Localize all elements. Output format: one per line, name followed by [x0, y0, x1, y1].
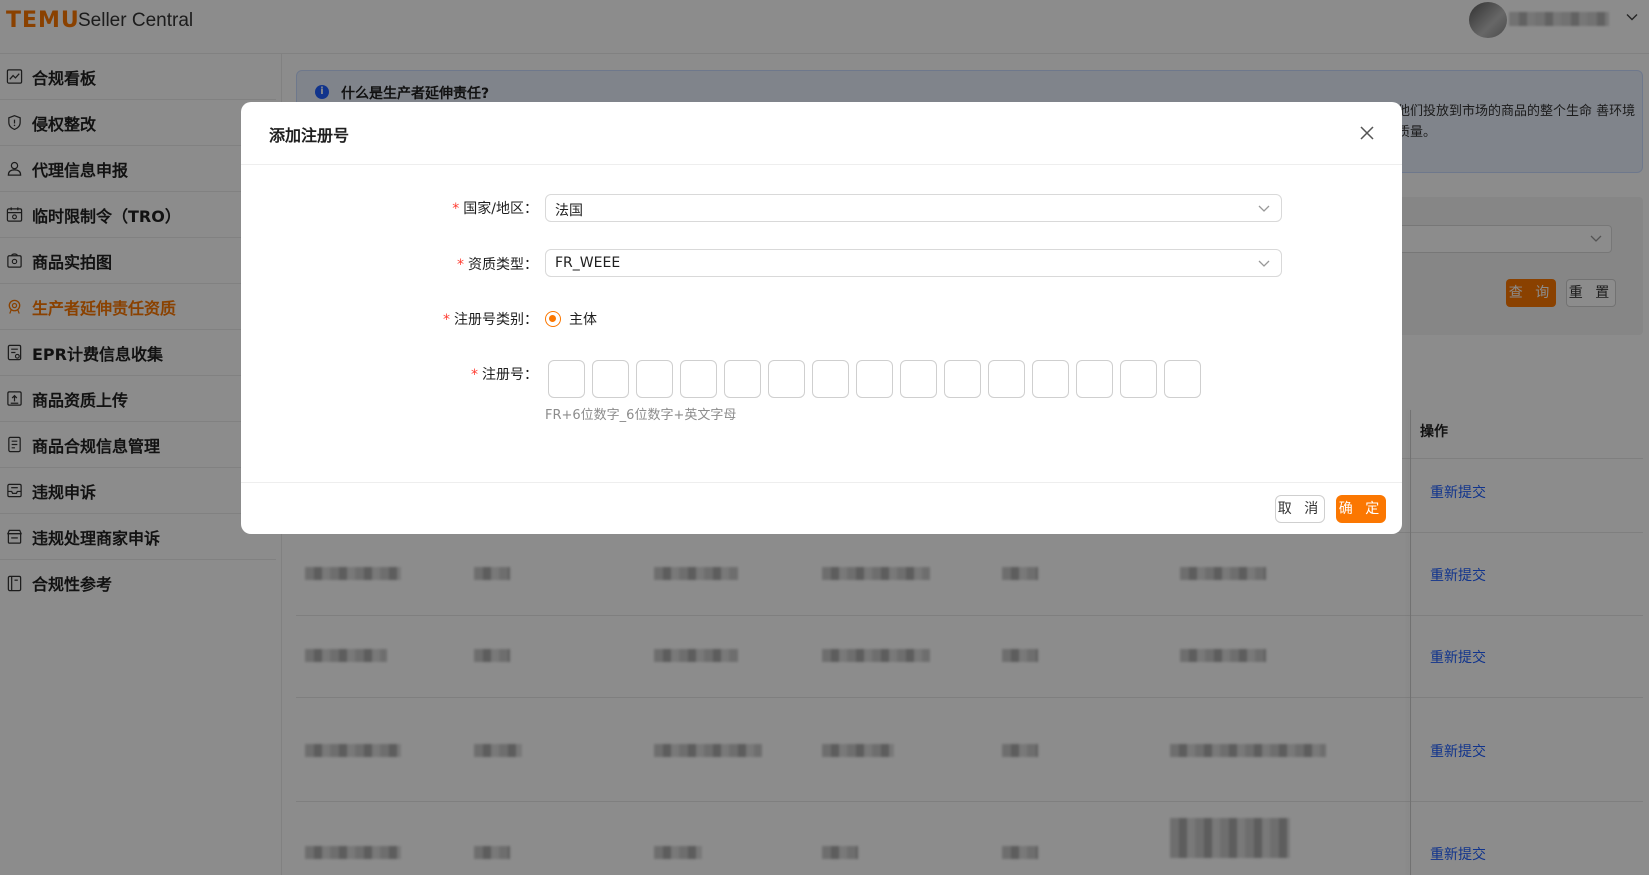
reg-number-label: * 注册号：: [471, 367, 538, 383]
required-mark: *: [457, 257, 464, 273]
reg-category-label-row: * 注册号类别：: [241, 309, 538, 329]
cancel-button[interactable]: 取 消: [1275, 495, 1325, 523]
qualification-label-text: 资质类型: [468, 257, 524, 273]
qualification-select-value: FR_WEEE: [555, 255, 621, 271]
reg-number-label-row: * 注册号：: [241, 364, 538, 384]
country-label-row: * 国家/地区：: [241, 198, 538, 218]
required-mark: *: [471, 367, 478, 383]
reg-number-char-input[interactable]: [1076, 360, 1113, 398]
country-select-value: 法国: [555, 203, 583, 219]
qualification-label: * 资质类型：: [457, 257, 538, 273]
reg-number-char-input[interactable]: [988, 360, 1025, 398]
modal-title: 添加注册号: [269, 126, 350, 145]
reg-number-char-input[interactable]: [636, 360, 673, 398]
reg-number-char-input[interactable]: [812, 360, 849, 398]
qualification-label-row: * 资质类型：: [241, 254, 538, 274]
reg-number-char-input[interactable]: [592, 360, 629, 398]
reg-number-char-input[interactable]: [548, 360, 585, 398]
required-mark: *: [452, 201, 460, 217]
reg-number-char-input[interactable]: [900, 360, 937, 398]
reg-number-char-input[interactable]: [768, 360, 805, 398]
reg-number-char-input[interactable]: [724, 360, 761, 398]
reg-category-radio-entity[interactable]: [545, 311, 561, 327]
reg-number-hint: FR+6位数字_6位数字+英文字母: [545, 408, 737, 423]
chevron-down-icon: [1257, 256, 1271, 270]
close-icon[interactable]: [1358, 124, 1376, 142]
reg-number-char-input[interactable]: [1032, 360, 1069, 398]
country-select[interactable]: 法国: [545, 194, 1282, 222]
reg-number-char-input[interactable]: [944, 360, 981, 398]
qualification-type-select[interactable]: FR_WEEE: [545, 249, 1282, 277]
reg-number-char-input[interactable]: [856, 360, 893, 398]
reg-number-char-input[interactable]: [1164, 360, 1201, 398]
reg-number-char-input[interactable]: [1120, 360, 1157, 398]
reg-number-input-group: [548, 360, 1201, 398]
reg-number-label-text: 注册号: [482, 367, 524, 383]
modal-footer: 取 消 确 定: [241, 482, 1402, 534]
add-registration-modal: 添加注册号 * 国家/地区： 法国 * 资质类型： FR_WEEE * 注册号类别： …: [241, 102, 1402, 534]
country-label-text: 国家/地区: [463, 201, 524, 217]
country-label: * 国家/地区：: [452, 201, 538, 217]
reg-category-label-text: 注册号类别: [454, 312, 524, 328]
required-mark: *: [443, 312, 450, 328]
confirm-button[interactable]: 确 定: [1336, 495, 1386, 523]
chevron-down-icon: [1257, 201, 1271, 215]
modal-header: 添加注册号: [241, 102, 1402, 165]
reg-category-label: * 注册号类别：: [443, 312, 538, 328]
reg-number-char-input[interactable]: [680, 360, 717, 398]
reg-category-radio-label[interactable]: 主体: [569, 309, 597, 329]
